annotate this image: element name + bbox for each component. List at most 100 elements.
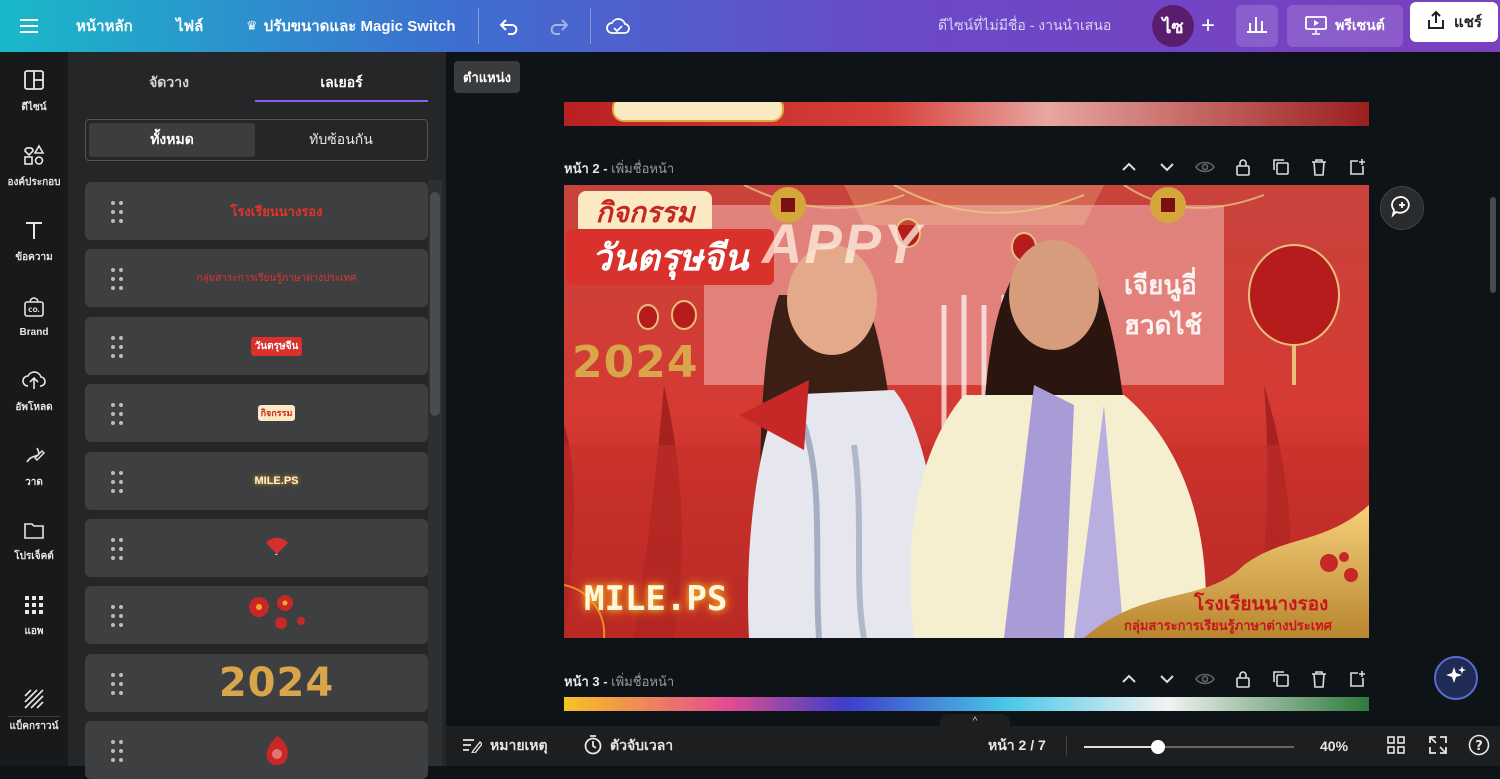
layer-item[interactable]: MILE.PS bbox=[85, 452, 428, 510]
drag-handle-icon[interactable] bbox=[109, 673, 125, 695]
delete-icon[interactable] bbox=[1308, 668, 1330, 690]
tab-arrange[interactable]: จัดวาง bbox=[84, 68, 254, 98]
page-3-slide[interactable] bbox=[564, 697, 1369, 711]
page-2-tools bbox=[1118, 156, 1368, 178]
year-2024[interactable]: 2024 bbox=[572, 337, 698, 388]
page-3-label[interactable]: หน้า 3 - เพิ่มชื่อหน้า bbox=[564, 671, 674, 692]
lock-icon[interactable] bbox=[1232, 156, 1254, 178]
share-icon bbox=[1426, 10, 1446, 34]
rail-text[interactable]: ข้อความ bbox=[0, 207, 68, 277]
drag-handle-icon[interactable] bbox=[109, 268, 125, 290]
drag-handle-icon[interactable] bbox=[109, 605, 125, 627]
zoom-slider[interactable] bbox=[1084, 740, 1294, 754]
insights-button[interactable] bbox=[1236, 5, 1278, 47]
chevron-down-icon[interactable] bbox=[1156, 156, 1178, 178]
redo-icon[interactable] bbox=[542, 10, 574, 42]
chevron-up-icon[interactable] bbox=[1118, 668, 1140, 690]
rail-apps[interactable]: แอพ bbox=[0, 582, 68, 652]
panel-scrollbar[interactable] bbox=[428, 180, 442, 766]
drag-handle-icon[interactable] bbox=[109, 471, 125, 493]
add-page-icon[interactable] bbox=[1346, 668, 1368, 690]
timer-icon bbox=[584, 734, 602, 758]
position-button[interactable]: ตำแหน่ง bbox=[454, 61, 520, 93]
filter-overlap-button[interactable]: ทับซ้อนกัน bbox=[258, 123, 424, 157]
cloud-saved-icon[interactable] bbox=[602, 10, 634, 42]
left-rail: ดีไซน์ องค์ประกอบ ข้อความ CO. Brand อัพโ… bbox=[0, 52, 68, 766]
add-page-name[interactable]: เพิ่มชื่อหน้า bbox=[611, 674, 674, 689]
delete-icon[interactable] bbox=[1308, 156, 1330, 178]
page-counter[interactable]: หน้า 2 / 7 bbox=[988, 726, 1046, 766]
rail-draw[interactable]: วาด bbox=[0, 432, 68, 502]
chinese-new-year-badge[interactable]: วันตรุษจีน bbox=[566, 229, 774, 285]
avatar[interactable]: ไซ bbox=[1152, 5, 1194, 47]
layer-item[interactable] bbox=[85, 519, 428, 577]
document-title[interactable]: ดีไซน์ที่ไม่มีชื่อ - งานนำเสนอ bbox=[938, 0, 1111, 52]
magic-assistant-button[interactable] bbox=[1434, 656, 1478, 700]
canvas-scrollbar[interactable] bbox=[1490, 197, 1496, 293]
zoom-slider-handle[interactable] bbox=[1151, 740, 1165, 754]
resize-magic-switch-button[interactable]: ♛ ปรับขนาดและ Magic Switch bbox=[246, 0, 456, 52]
add-comment-button[interactable] bbox=[1380, 186, 1424, 230]
lock-icon[interactable] bbox=[1232, 668, 1254, 690]
page-2-slide[interactable]: กิจกรรม วันตรุษจีน APPY เจียนูอี่ ฮวดไช้… bbox=[564, 185, 1369, 638]
tab-layers[interactable]: เลเยอร์ bbox=[255, 68, 428, 98]
rail-design[interactable]: ดีไซน์ bbox=[0, 57, 68, 127]
svg-text:?: ? bbox=[1475, 739, 1483, 754]
help-button[interactable]: ? bbox=[1468, 726, 1490, 766]
notes-button[interactable]: หมายเหตุ bbox=[462, 726, 548, 766]
mileps-logo[interactable]: MILE.PS bbox=[584, 579, 727, 619]
add-page-name[interactable]: เพิ่มชื่อหน้า bbox=[611, 161, 674, 176]
happy-text[interactable]: APPY bbox=[762, 211, 923, 276]
add-collaborator-button[interactable]: + bbox=[1190, 5, 1226, 47]
layer-item[interactable] bbox=[85, 586, 428, 644]
layer-item[interactable]: วันตรุษจีน bbox=[85, 317, 428, 375]
page-number-label: หน้า 3 - bbox=[564, 674, 608, 689]
layer-item[interactable]: กิจกรรม bbox=[85, 384, 428, 442]
undo-icon[interactable] bbox=[494, 10, 526, 42]
duplicate-icon[interactable] bbox=[1270, 668, 1292, 690]
menu-icon[interactable] bbox=[14, 10, 46, 42]
bar-chart-icon bbox=[1247, 15, 1267, 38]
sign-text-2: ฮวดไช้ bbox=[1124, 310, 1203, 340]
scroll-thumb[interactable] bbox=[430, 192, 440, 416]
layer-item[interactable]: 2024 bbox=[85, 654, 428, 712]
drag-handle-icon[interactable] bbox=[109, 336, 125, 358]
drag-handle-icon[interactable] bbox=[109, 538, 125, 560]
active-tab-indicator bbox=[255, 100, 428, 102]
brand-icon: CO. bbox=[23, 296, 45, 321]
rail-elements[interactable]: องค์ประกอบ bbox=[0, 132, 68, 202]
timer-button[interactable]: ตัวจับเวลา bbox=[584, 726, 673, 766]
department-name[interactable]: กลุ่มสาระการเรียนรู้ภาษาต่างประเทศ bbox=[1124, 615, 1332, 636]
chevron-down-icon[interactable] bbox=[1156, 668, 1178, 690]
fullscreen-button[interactable] bbox=[1428, 726, 1448, 766]
design-icon bbox=[23, 69, 45, 94]
hide-page-icon[interactable] bbox=[1194, 668, 1216, 690]
hide-page-icon[interactable] bbox=[1194, 156, 1216, 178]
draw-icon bbox=[23, 444, 45, 469]
rail-upload[interactable]: อัพโหลด bbox=[0, 357, 68, 427]
drag-handle-icon[interactable] bbox=[109, 403, 125, 425]
page-2-label[interactable]: หน้า 2 - เพิ่มชื่อหน้า bbox=[564, 158, 674, 179]
duplicate-icon[interactable] bbox=[1270, 156, 1292, 178]
rail-projects[interactable]: โปรเจ็คต์ bbox=[0, 507, 68, 577]
rail-brand[interactable]: CO. Brand bbox=[0, 282, 68, 352]
sparkle-icon bbox=[1445, 665, 1467, 692]
zoom-level[interactable]: 40% bbox=[1320, 726, 1348, 766]
layer-item[interactable] bbox=[85, 721, 428, 779]
home-button[interactable]: หน้าหลัก bbox=[76, 0, 133, 52]
filter-all-button[interactable]: ทั้งหมด bbox=[89, 123, 255, 157]
drag-handle-icon[interactable] bbox=[109, 740, 125, 762]
drag-handle-icon[interactable] bbox=[109, 201, 125, 223]
present-button[interactable]: พรีเซนต์ bbox=[1287, 5, 1403, 47]
grid-view-button[interactable] bbox=[1386, 726, 1406, 766]
layer-thumbnail-text: MILE.PS bbox=[254, 475, 299, 487]
rail-background[interactable]: แบ็คกราวน์ bbox=[0, 676, 68, 746]
page-1-thumbnail[interactable] bbox=[564, 102, 1369, 126]
add-page-icon[interactable] bbox=[1346, 156, 1368, 178]
file-menu[interactable]: ไฟล์ bbox=[176, 0, 203, 52]
share-button[interactable]: แชร์ bbox=[1410, 2, 1498, 42]
rail-label: อัพโหลด bbox=[15, 402, 53, 413]
chevron-up-icon[interactable] bbox=[1118, 156, 1140, 178]
layer-item[interactable]: กลุ่มสาระการเรียนรู้ภาษาต่างประเทศ bbox=[85, 249, 428, 307]
layer-item[interactable]: โรงเรียนนางรอง bbox=[85, 182, 428, 240]
